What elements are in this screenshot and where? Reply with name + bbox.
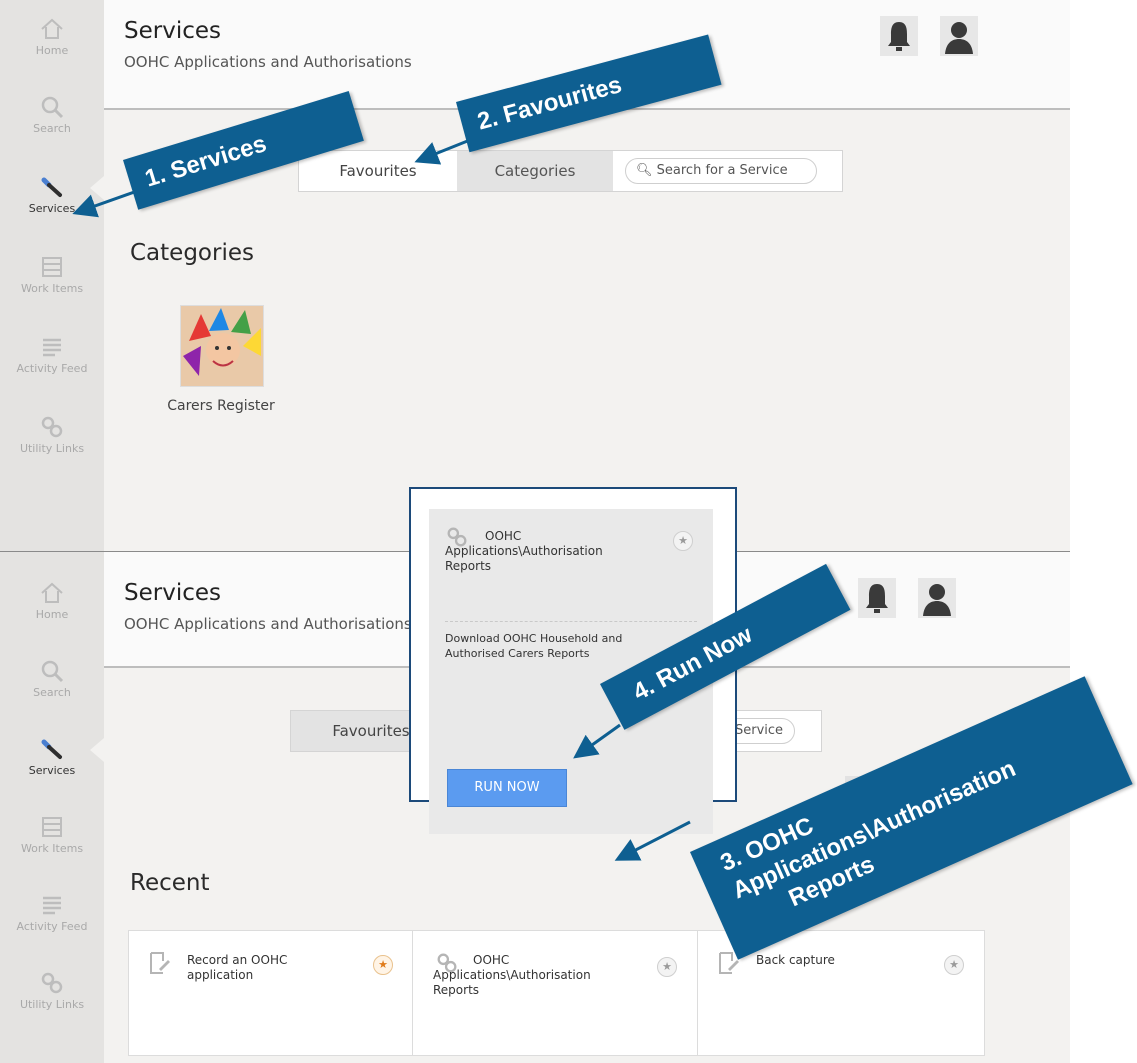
arrow-step2 — [414, 138, 471, 165]
arrow-step1 — [72, 188, 141, 218]
arrow-step3 — [614, 820, 691, 861]
arrow-step4 — [573, 723, 621, 759]
